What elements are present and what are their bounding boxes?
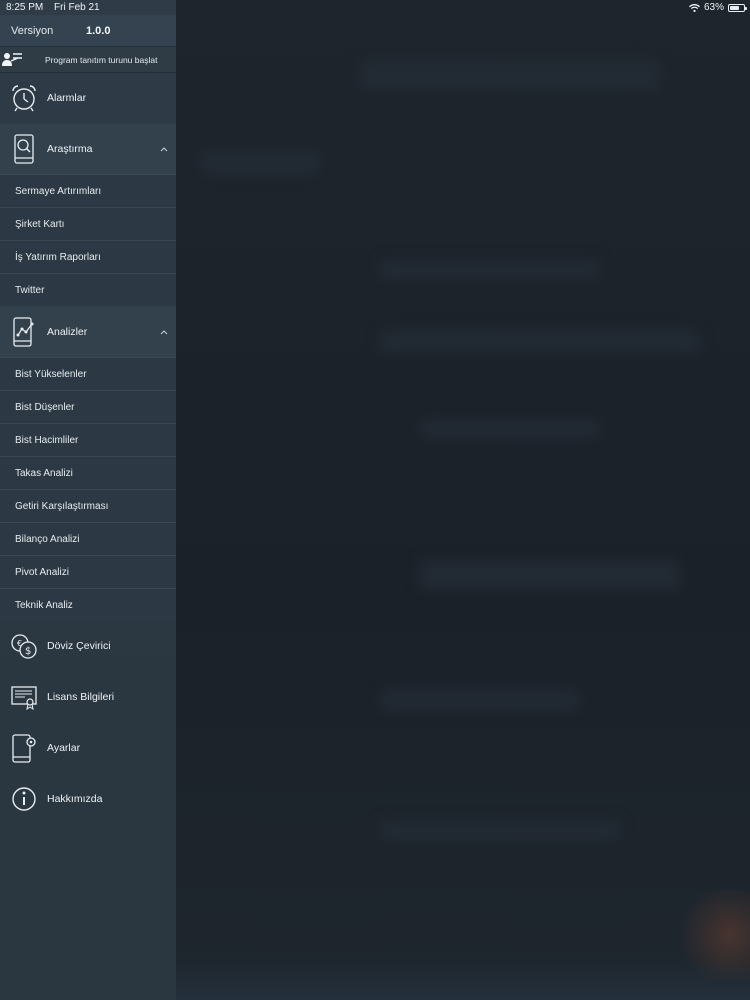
chevron-up-icon[interactable] bbox=[160, 146, 168, 152]
submenu-item[interactable]: Twitter bbox=[0, 273, 176, 306]
status-time: 8:25 PM bbox=[6, 2, 44, 13]
version-value: 1.0.0 bbox=[86, 24, 111, 37]
status-date: Fri Feb 21 bbox=[54, 2, 100, 13]
submenu-label: Bilanço Analizi bbox=[15, 533, 80, 545]
submenu-label: Teknik Analiz bbox=[15, 599, 73, 611]
submenu-item[interactable]: Getiri Karşılaştırması bbox=[0, 489, 176, 522]
menu-item-research[interactable]: Araştırma bbox=[0, 124, 176, 174]
version-row: Versiyon 1.0.0 bbox=[0, 15, 176, 47]
menu-label-settings: Ayarlar bbox=[47, 742, 81, 754]
menu-item-settings[interactable]: Ayarlar bbox=[0, 723, 176, 773]
wifi-icon bbox=[689, 3, 700, 12]
search-phone-icon bbox=[10, 134, 38, 164]
submenu-item[interactable]: Pivot Analizi bbox=[0, 555, 176, 588]
menu-label-analyses: Analizler bbox=[47, 325, 88, 338]
app-screen: 8:25 PM Fri Feb 21 63% Versiyon 1.0.0 Pr… bbox=[0, 0, 750, 1000]
menu-label-about: Hakkımızda bbox=[47, 793, 103, 805]
submenu-label: Sermaye Artırımları bbox=[15, 185, 102, 197]
submenu-item[interactable]: Takas Analizi bbox=[0, 456, 176, 489]
menu-label-research: Araştırma bbox=[47, 143, 93, 155]
chevron-up-icon[interactable] bbox=[160, 329, 168, 335]
menu-label-alarms: Alarmlar bbox=[47, 92, 87, 104]
submenu-label: Bist Hacimliler bbox=[15, 434, 79, 446]
info-icon bbox=[10, 784, 38, 814]
submenu-label: Takas Analizi bbox=[15, 467, 73, 479]
battery-icon bbox=[728, 3, 747, 12]
menu-item-analyses[interactable]: Analizler bbox=[0, 306, 176, 357]
currency-exchange-icon: € $ bbox=[10, 631, 38, 661]
menu-item-currency-converter[interactable]: € $ Döviz Çevirici bbox=[0, 621, 176, 671]
menu-item-license[interactable]: Lisans Bilgileri bbox=[0, 672, 176, 722]
certificate-icon bbox=[10, 682, 38, 712]
analysis-phone-icon bbox=[10, 316, 38, 347]
submenu-label: Twitter bbox=[15, 284, 45, 296]
side-menu: Versiyon 1.0.0 Program tanıtım turunu ba… bbox=[0, 0, 176, 1000]
alarm-clock-icon bbox=[10, 83, 38, 113]
submenu-label: Pivot Analizi bbox=[15, 566, 69, 578]
submenu-item[interactable]: İş Yatırım Raporları bbox=[0, 240, 176, 273]
status-bar: 8:25 PM Fri Feb 21 63% bbox=[0, 0, 750, 15]
submenu-item[interactable]: Bist Yükselenler bbox=[0, 357, 176, 390]
submenu-item[interactable]: Bilanço Analizi bbox=[0, 522, 176, 555]
menu-item-alarms[interactable]: Alarmlar bbox=[0, 73, 176, 123]
submenu-item[interactable]: Bist Hacimliler bbox=[0, 423, 176, 456]
svg-text:€: € bbox=[17, 639, 22, 648]
submenu-label: İş Yatırım Raporları bbox=[15, 251, 101, 263]
battery-percent: 63% bbox=[703, 2, 724, 13]
submenu-label: Bist Yükselenler bbox=[15, 368, 87, 380]
svg-text:$: $ bbox=[25, 646, 31, 657]
submenu-label: Şirket Kartı bbox=[15, 218, 65, 230]
menu-item-about[interactable]: Hakkımızda bbox=[0, 774, 176, 824]
menu-label-license: Lisans Bilgileri bbox=[47, 691, 115, 703]
submenu-label: Bist Düşenler bbox=[15, 401, 75, 413]
submenu-item[interactable]: Teknik Analiz bbox=[0, 588, 176, 621]
settings-phone-icon bbox=[10, 733, 38, 763]
start-tour-label: Program tanıtım turunu başlat bbox=[45, 55, 158, 65]
menu-label-currency: Döviz Çevirici bbox=[47, 640, 111, 652]
submenu-item[interactable]: Bist Düşenler bbox=[0, 390, 176, 423]
start-tour-button[interactable]: Program tanıtım turunu başlat bbox=[0, 47, 176, 73]
submenu-label: Getiri Karşılaştırması bbox=[15, 500, 109, 512]
submenu-item[interactable]: Sermaye Artırımları bbox=[0, 174, 176, 207]
presenter-icon bbox=[1, 50, 23, 70]
version-label: Versiyon bbox=[11, 24, 54, 37]
submenu-item[interactable]: Şirket Kartı bbox=[0, 207, 176, 240]
